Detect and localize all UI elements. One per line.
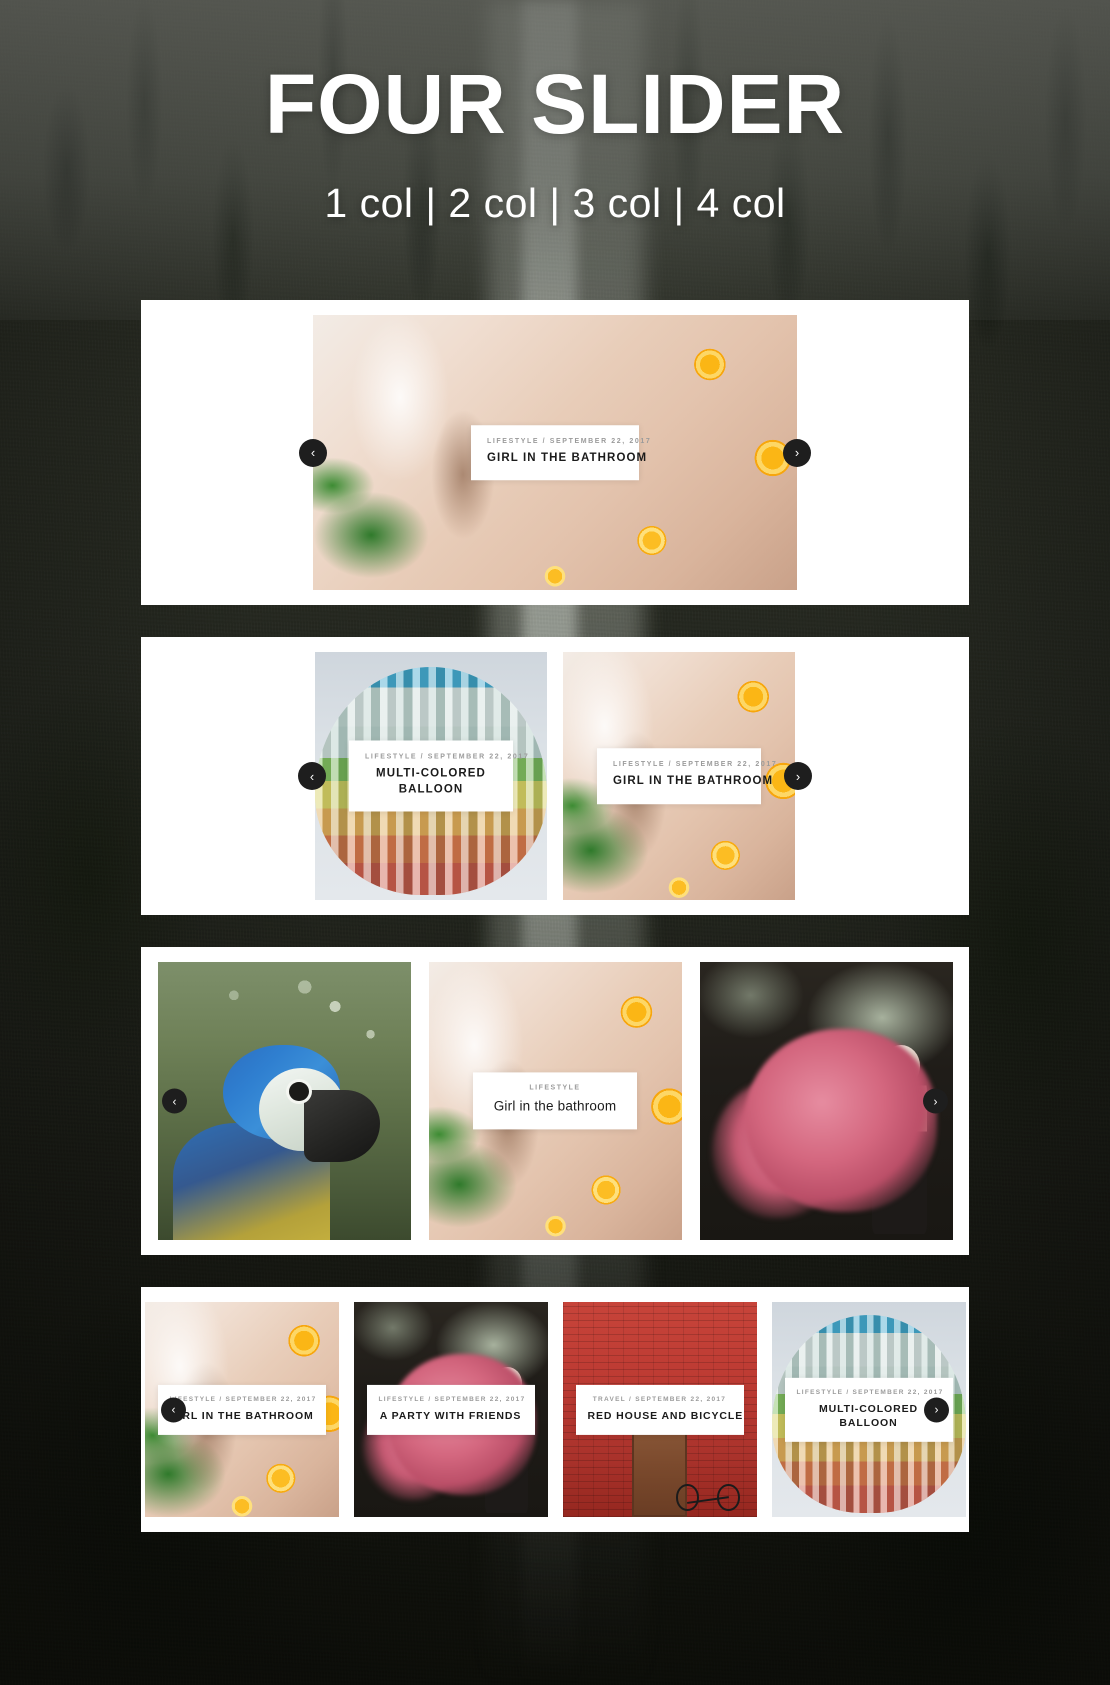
slide-caption: LIFESTYLE / SEPTEMBER 22, 2017 GIRL IN T… xyxy=(471,424,652,481)
slide-a-party-with-friends[interactable]: LIFESTYLE / SEPTEMBER 22, 2017 A PARTY W… xyxy=(353,1302,548,1517)
slide-multi-colored-balloon[interactable]: LIFESTYLE / SEPTEMBER 22, 2017 MULTI-COL… xyxy=(315,652,547,900)
slide-red-house-and-bicycle[interactable]: TRAVEL / SEPTEMBER 22, 2017 RED HOUSE AN… xyxy=(562,1302,757,1517)
photo-parrot xyxy=(157,962,411,1240)
caption-meta: LIFESTYLE / SEPTEMBER 22, 2017 xyxy=(613,761,778,769)
caption-title: GIRL IN THE BATHROOM xyxy=(487,451,648,464)
four-column-slider: LIFESTYLE / SEPTEMBER 22, 2017 GIRL IN T… xyxy=(141,1287,969,1532)
slider-next-button[interactable]: › xyxy=(784,762,812,790)
page-subtitle: 1 col | 2 col | 3 col | 4 col xyxy=(324,180,786,226)
slide-caption: LIFESTYLE / SEPTEMBER 22, 2017 A PARTY W… xyxy=(366,1384,535,1435)
slider-track: LIFESTYLE / SEPTEMBER 22, 2017 GIRL IN T… xyxy=(141,315,969,590)
one-column-slider: LIFESTYLE / SEPTEMBER 22, 2017 GIRL IN T… xyxy=(141,300,969,605)
caption-meta: LIFESTYLE / SEPTEMBER 22, 2017 xyxy=(169,1395,317,1403)
bicycle xyxy=(675,1468,741,1511)
caption-meta: LIFESTYLE xyxy=(529,1084,581,1092)
page-root: FOUR SLIDER 1 col | 2 col | 3 col | 4 co… xyxy=(0,0,1110,1532)
two-column-slider: LIFESTYLE / SEPTEMBER 22, 2017 MULTI-COL… xyxy=(141,637,969,915)
slider-next-button[interactable]: › xyxy=(924,1397,949,1422)
bicycle-wheel-front xyxy=(676,1484,699,1511)
caption-meta: LIFESTYLE / SEPTEMBER 22, 2017 xyxy=(487,437,652,445)
smoke-cloud-front xyxy=(745,1028,938,1213)
slider-prev-button[interactable]: ‹ xyxy=(298,762,326,790)
hero-header: FOUR SLIDER 1 col | 2 col | 3 col | 4 co… xyxy=(0,0,1110,227)
caption-meta: LIFESTYLE / SEPTEMBER 22, 2017 xyxy=(378,1395,526,1403)
caption-title: MULTI-COLORED BALLOON xyxy=(376,767,486,795)
photo-pink-smoke xyxy=(699,962,953,1240)
slider-next-button[interactable]: › xyxy=(783,438,811,467)
slide-girl-in-the-bathroom[interactable]: LIFESTYLE / SEPTEMBER 22, 2017 GIRL IN T… xyxy=(313,315,797,590)
slide-girl-in-the-bathroom[interactable]: LIFESTYLE Girl in the bathroom xyxy=(428,962,682,1240)
caption-meta: LIFESTYLE / SEPTEMBER 22, 2017 xyxy=(365,753,530,761)
parrot-eye xyxy=(289,1081,310,1101)
caption-meta: LIFESTYLE / SEPTEMBER 22, 2017 xyxy=(796,1388,944,1396)
caption-title: Girl in the bathroom xyxy=(493,1098,617,1114)
slide-caption: LIFESTYLE / SEPTEMBER 22, 2017 MULTI-COL… xyxy=(349,740,530,812)
slider-track: LIFESTYLE / SEPTEMBER 22, 2017 GIRL IN T… xyxy=(141,1302,969,1517)
slide-pink-smoke[interactable] xyxy=(699,962,953,1240)
slide-caption: LIFESTYLE / SEPTEMBER 22, 2017 GIRL IN T… xyxy=(597,748,778,804)
slide-caption: LIFESTYLE Girl in the bathroom xyxy=(473,1072,637,1130)
page-title: FOUR SLIDER xyxy=(264,57,846,151)
parrot-beak xyxy=(304,1089,381,1163)
slider-track: LIFESTYLE Girl in the bathroom xyxy=(141,962,969,1240)
slide-parrot[interactable] xyxy=(157,962,411,1240)
slider-next-button[interactable]: › xyxy=(923,1088,948,1114)
slider-prev-button[interactable]: ‹ xyxy=(162,1088,187,1114)
caption-meta: TRAVEL / SEPTEMBER 22, 2017 xyxy=(592,1395,727,1403)
slider-prev-button[interactable]: ‹ xyxy=(161,1397,186,1422)
caption-title: MULTI-COLORED BALLOON xyxy=(819,1402,918,1429)
slider-track: LIFESTYLE / SEPTEMBER 22, 2017 MULTI-COL… xyxy=(141,652,969,900)
caption-title: A PARTY WITH FRIENDS xyxy=(379,1409,522,1422)
slide-girl-in-the-bathroom[interactable]: LIFESTYLE / SEPTEMBER 22, 2017 GIRL IN T… xyxy=(563,652,795,900)
caption-title: GIRL IN THE BATHROOM xyxy=(613,775,774,788)
slide-caption: TRAVEL / SEPTEMBER 22, 2017 RED HOUSE AN… xyxy=(575,1384,744,1435)
caption-title: GIRL IN THE BATHROOM xyxy=(169,1409,314,1422)
three-column-slider: LIFESTYLE Girl in the bathroom ‹ › xyxy=(141,947,969,1255)
slider-prev-button[interactable]: ‹ xyxy=(299,438,327,467)
caption-title: RED HOUSE AND BICYCLE xyxy=(587,1409,744,1422)
